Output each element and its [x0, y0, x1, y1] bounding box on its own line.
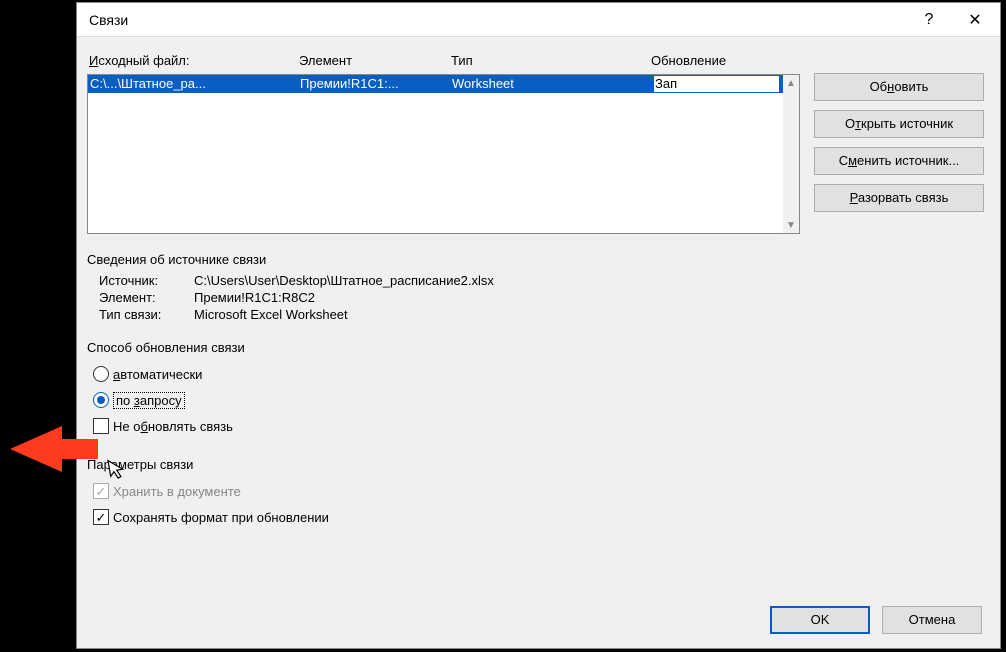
info-element-value: Премии!R1C1:R8C2: [194, 290, 984, 305]
dialog-title: Связи: [89, 12, 906, 28]
ok-button[interactable]: OK: [770, 606, 870, 634]
checkbox-no-update-label: Не обновлять связь: [113, 419, 233, 434]
cell-update: Зап: [652, 76, 781, 92]
scrollbar[interactable]: ▲ ▼: [783, 75, 799, 233]
col-source: Исходный файл:: [89, 53, 299, 68]
info-source-value: C:\Users\User\Desktop\Штатное_расписание…: [194, 273, 984, 288]
info-element-label: Элемент:: [99, 290, 194, 305]
col-update: Обновление: [651, 53, 798, 68]
radio-on-request[interactable]: [93, 392, 109, 408]
links-dialog: Связи ? ✕ Исходный файл: Элемент Тип Обн…: [76, 2, 1001, 649]
titlebar: Связи ? ✕: [77, 3, 1000, 37]
info-section-title: Сведения об источнике связи: [87, 252, 984, 267]
list-headers: Исходный файл: Элемент Тип Обновление: [87, 49, 800, 74]
cancel-button[interactable]: Отмена: [882, 606, 982, 634]
close-button[interactable]: ✕: [952, 4, 998, 36]
radio-auto-label: автоматически: [113, 367, 202, 382]
update-button[interactable]: Обновить: [814, 73, 984, 101]
cell-element: Премии!R1C1:...: [300, 76, 452, 92]
info-type-label: Тип связи:: [99, 307, 194, 322]
update-section-title: Способ обновления связи: [87, 340, 984, 355]
cell-type: Worksheet: [452, 76, 652, 92]
params-section-title: Параметры связи: [87, 457, 984, 472]
col-element: Элемент: [299, 53, 451, 68]
scroll-track[interactable]: [783, 91, 799, 217]
cell-source: C:\...\Штатное_ра...: [90, 76, 300, 92]
break-link-button[interactable]: Разорвать связь: [814, 184, 984, 212]
links-listbox[interactable]: C:\...\Штатное_ра... Премии!R1C1:... Wor…: [87, 74, 800, 234]
help-button[interactable]: ?: [906, 4, 952, 36]
open-source-button[interactable]: Открыть источник: [814, 110, 984, 138]
info-source-label: Источник:: [99, 273, 194, 288]
change-source-button[interactable]: Сменить источник...: [814, 147, 984, 175]
checkbox-preserve-format-label: Сохранять формат при обновлении: [113, 510, 329, 525]
checkbox-store-in-doc-label: Хранить в документе: [113, 484, 241, 499]
col-type: Тип: [451, 53, 651, 68]
info-type-value: Microsoft Excel Worksheet: [194, 307, 984, 322]
checkbox-preserve-format[interactable]: ✓: [93, 509, 109, 525]
scroll-down-icon[interactable]: ▼: [783, 217, 799, 233]
radio-on-request-label: по запросу: [113, 392, 185, 409]
radio-auto[interactable]: [93, 366, 109, 382]
list-row[interactable]: C:\...\Штатное_ра... Премии!R1C1:... Wor…: [88, 75, 783, 93]
checkbox-store-in-doc: ✓: [93, 483, 109, 499]
scroll-up-icon[interactable]: ▲: [783, 75, 799, 91]
checkbox-no-update[interactable]: [93, 418, 109, 434]
